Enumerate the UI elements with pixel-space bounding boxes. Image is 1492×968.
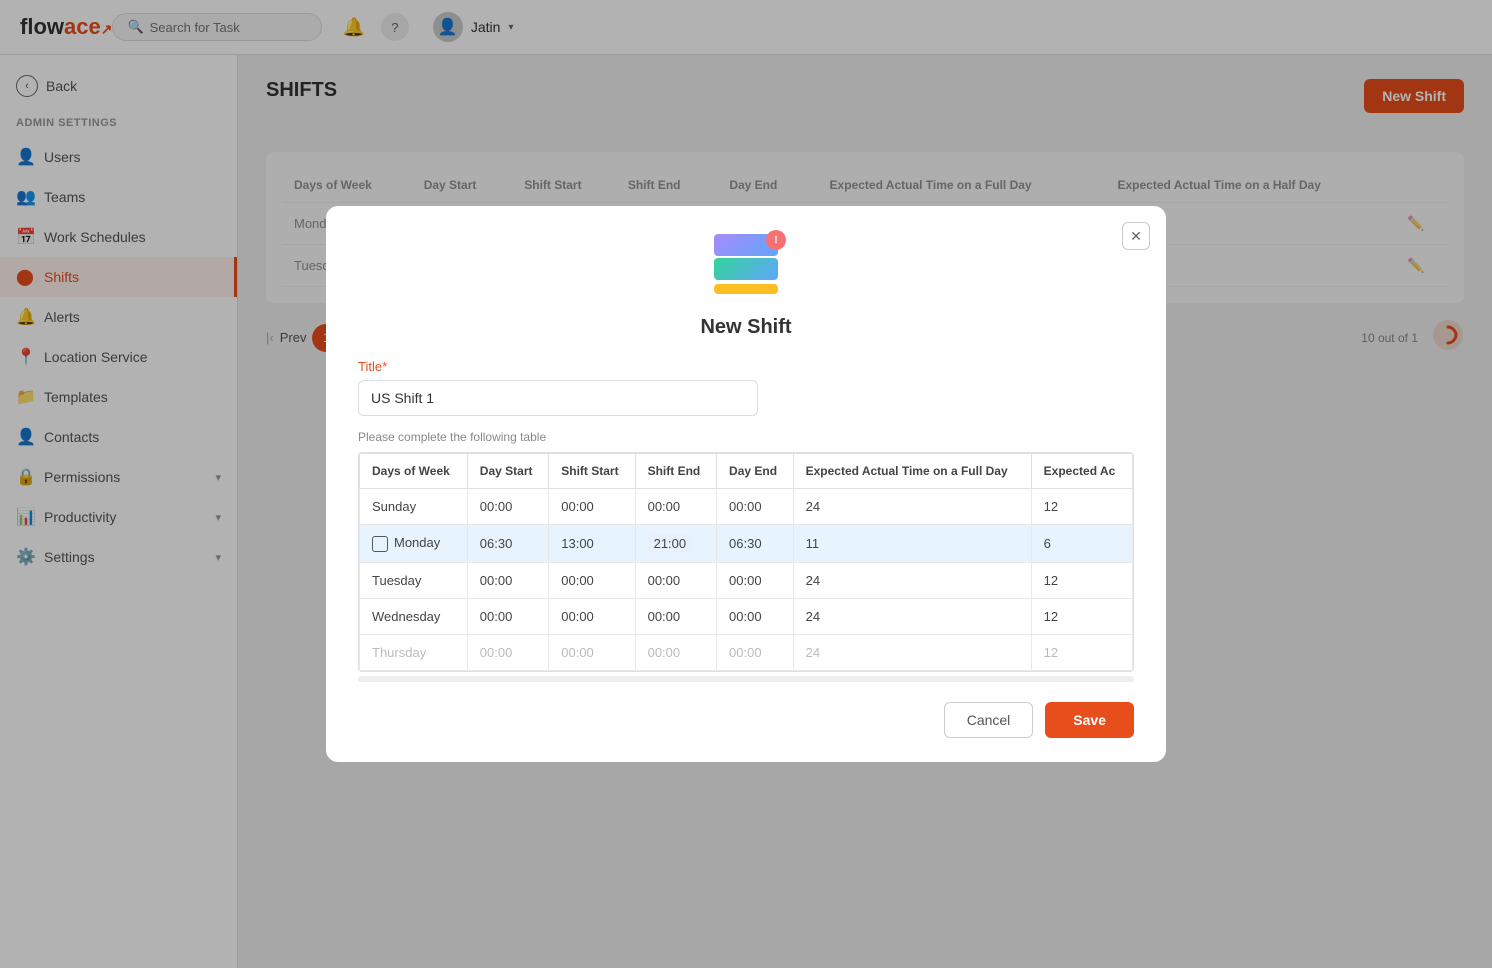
close-icon: ✕ [1130, 228, 1142, 245]
thursday-full: 24 [793, 634, 1031, 670]
shift-table-container[interactable]: Days of Week Day Start Shift Start Shift… [358, 452, 1134, 672]
th-half-day: Expected Ac [1031, 454, 1132, 489]
cancel-button[interactable]: Cancel [944, 702, 1034, 738]
monday-shift-start: 13:00 [549, 525, 635, 563]
modal-footer: Cancel Save [358, 702, 1134, 738]
scrollbar-track [358, 676, 1134, 682]
monday-half: 6 [1031, 525, 1132, 563]
monday-checkbox[interactable] [372, 536, 388, 552]
modal-title: New Shift [358, 316, 1134, 339]
new-shift-modal: ✕ ! New Shift Title* Please complete the… [326, 206, 1166, 762]
monday-full: 11 [793, 525, 1031, 563]
th-day-start: Day Start [467, 454, 548, 489]
monday-label: Monday [360, 525, 468, 563]
wednesday-full: 24 [793, 598, 1031, 634]
title-field-group: Title* [358, 359, 1134, 416]
modal-close-button[interactable]: ✕ [1122, 222, 1150, 250]
shift-illustration: ! [706, 234, 786, 299]
table-row-monday: Monday 06:30 13:00 21:00 06:30 11 6 [360, 525, 1133, 563]
th-days: Days of Week [360, 454, 468, 489]
required-asterisk: * [382, 359, 387, 374]
sunday-half: 12 [1031, 489, 1132, 525]
wednesday-half: 12 [1031, 598, 1132, 634]
wednesday-day-end: 00:00 [717, 598, 794, 634]
monday-shift-end: 21:00 [635, 525, 716, 563]
wednesday-day-start: 00:00 [467, 598, 548, 634]
wednesday-shift-end: 00:00 [635, 598, 716, 634]
tuesday-half: 12 [1031, 562, 1132, 598]
save-button[interactable]: Save [1045, 702, 1134, 738]
card2-icon [714, 258, 778, 280]
thursday-day-end: 00:00 [717, 634, 794, 670]
sunday-full: 24 [793, 489, 1031, 525]
th-full-day: Expected Actual Time on a Full Day [793, 454, 1031, 489]
modal-icon-area: ! [358, 234, 1134, 304]
title-input[interactable] [358, 380, 758, 416]
th-day-end: Day End [717, 454, 794, 489]
wednesday-shift-start: 00:00 [549, 598, 635, 634]
thursday-half: 12 [1031, 634, 1132, 670]
table-instruction: Please complete the following table [358, 430, 1134, 444]
table-row-tuesday: Tuesday 00:00 00:00 00:00 00:00 24 12 [360, 562, 1133, 598]
tuesday-shift-start: 00:00 [549, 562, 635, 598]
shift-days-table: Days of Week Day Start Shift Start Shift… [359, 453, 1133, 671]
modal-overlay[interactable]: ✕ ! New Shift Title* Please complete the… [0, 0, 1492, 968]
tuesday-shift-end: 00:00 [635, 562, 716, 598]
table-row-wednesday: Wednesday 00:00 00:00 00:00 00:00 24 12 [360, 598, 1133, 634]
sunday-shift-end: 00:00 [635, 489, 716, 525]
th-shift-start: Shift Start [549, 454, 635, 489]
monday-day-end: 06:30 [717, 525, 794, 563]
monday-day-start: 06:30 [467, 525, 548, 563]
monday-shift-end-cell: 21:00 [648, 534, 693, 553]
table-row-thursday: Thursday 00:00 00:00 00:00 00:00 24 12 [360, 634, 1133, 670]
title-field-label: Title* [358, 359, 1134, 374]
sunday-day-end: 00:00 [717, 489, 794, 525]
badge-icon: ! [766, 230, 786, 250]
thursday-shift-start: 00:00 [549, 634, 635, 670]
table-row-sunday: Sunday 00:00 00:00 00:00 00:00 24 12 [360, 489, 1133, 525]
tuesday-day-start: 00:00 [467, 562, 548, 598]
tuesday-full: 24 [793, 562, 1031, 598]
tuesday-label: Tuesday [360, 562, 468, 598]
sunday-day-start: 00:00 [467, 489, 548, 525]
wednesday-label: Wednesday [360, 598, 468, 634]
th-shift-end: Shift End [635, 454, 716, 489]
sunday-label: Sunday [360, 489, 468, 525]
thursday-day-start: 00:00 [467, 634, 548, 670]
thursday-label: Thursday [360, 634, 468, 670]
sunday-shift-start: 00:00 [549, 489, 635, 525]
card3-icon [714, 284, 778, 294]
thursday-shift-end: 00:00 [635, 634, 716, 670]
tuesday-day-end: 00:00 [717, 562, 794, 598]
